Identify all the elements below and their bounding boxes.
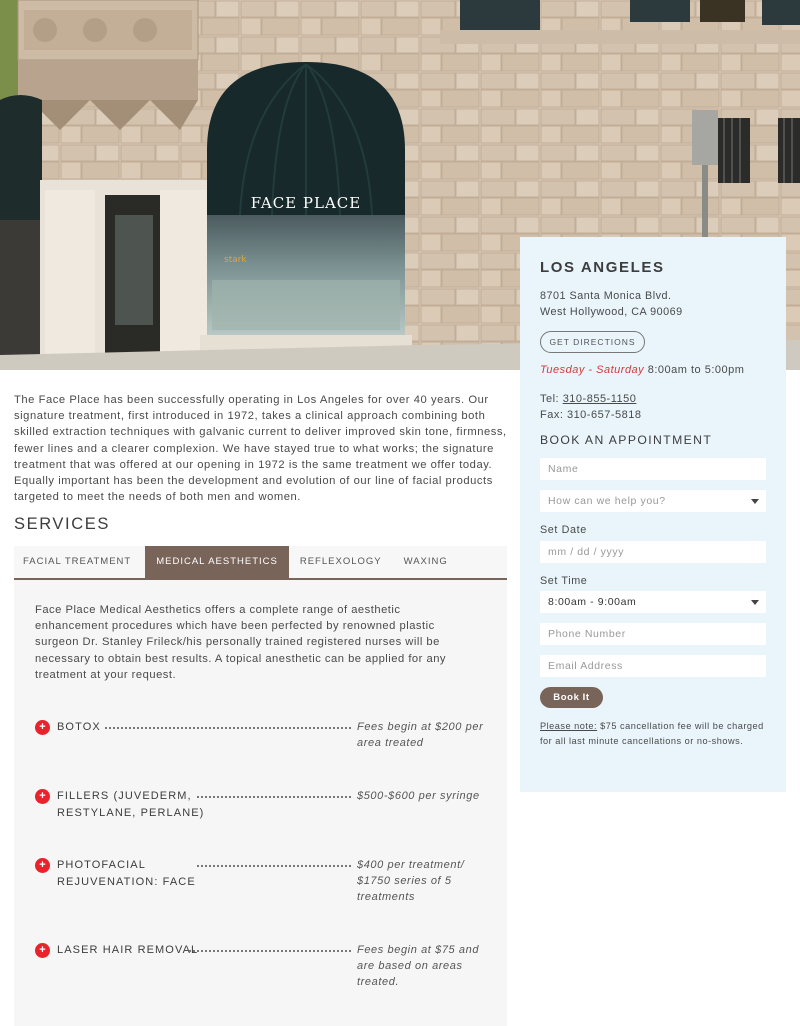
plus-icon[interactable]: + [35,943,50,958]
name-field[interactable]: Name [540,458,766,480]
dotted-leader [197,865,351,867]
services-tabs: FACIAL TREATMENT MEDICAL AESTHETICS REFL… [14,546,507,580]
tel-label: Tel: [540,393,563,405]
hours-time: 8:00am to 5:00pm [644,364,745,376]
medical-aesthetics-description: Face Place Medical Aesthetics offers a c… [35,604,447,681]
location-title: LOS ANGELES [540,259,665,276]
storefront-sign: FACE PLACE [251,194,361,212]
dotted-leader [105,727,351,729]
help-select-value: How can we help you? [548,495,666,507]
intro-paragraph: The Face Place has been successfully ope… [14,394,507,504]
address-line-2: West Hollywood, CA 90069 [540,306,683,318]
time-select-value: 8:00am - 9:00am [548,596,637,608]
location-sidebar: LOS ANGELES 8701 Santa Monica Blvd. West… [520,237,786,792]
address: 8701 Santa Monica Blvd. West Hollywood, … [540,288,683,320]
chevron-down-icon [751,600,759,605]
address-line-1: 8701 Santa Monica Blvd. [540,290,672,302]
service-name: PHOTOFACIAL REJUVENATION: FACE [57,859,196,888]
book-it-button[interactable]: Book It [540,687,603,708]
service-name: FILLERS (JUVEDERM, RESTYLANE, PERLANE) [57,790,205,819]
fax-number: Fax: 310-657-5818 [540,409,642,421]
set-date-label: Set Date [540,524,587,536]
plus-icon[interactable]: + [35,858,50,873]
chevron-down-icon [751,499,759,504]
tab-medical-aesthetics[interactable]: MEDICAL AESTHETICS [145,546,289,578]
dotted-leader [189,950,351,952]
time-select[interactable]: 8:00am - 9:00am [540,591,766,613]
service-price: $400 per treatment/ $1750 series of 5 tr… [357,859,465,904]
tab-facial-treatment[interactable]: FACIAL TREATMENT [14,546,145,578]
services-heading: SERVICES [14,515,110,533]
dotted-leader [197,796,351,798]
tab-waxing[interactable]: WAXING [393,546,459,578]
date-field[interactable]: mm / dd / yyyy [540,541,766,563]
window-text: stark [224,255,247,265]
phone-field[interactable]: Phone Number [540,623,766,645]
business-hours: Tuesday - Saturday 8:00am to 5:00pm [540,364,744,376]
cancellation-note: Please note: $75 cancellation fee will b… [540,719,766,748]
phone-link[interactable]: 310-855-1150 [563,393,637,405]
book-appointment-heading: BOOK AN APPOINTMENT [540,433,713,447]
tab-reflexology[interactable]: REFLEXOLOGY [289,546,393,578]
help-select[interactable]: How can we help you? [540,490,766,512]
service-price: Fees begin at $200 per area treated [357,721,484,750]
plus-icon[interactable]: + [35,789,50,804]
plus-icon[interactable]: + [35,720,50,735]
get-directions-button[interactable]: GET DIRECTIONS [540,331,645,353]
note-label: Please note: [540,721,598,731]
tab-panel-medical-aesthetics: Face Place Medical Aesthetics offers a c… [14,580,507,1026]
set-time-label: Set Time [540,575,588,587]
email-field[interactable]: Email Address [540,655,766,677]
hours-days: Tuesday - Saturday [540,364,645,376]
service-price: Fees begin at $75 and are based on areas… [357,944,480,989]
contact-info: Tel: 310-855-1150 Fax: 310-657-5818 [540,391,641,423]
service-price: $500-$600 per syringe [357,790,480,802]
